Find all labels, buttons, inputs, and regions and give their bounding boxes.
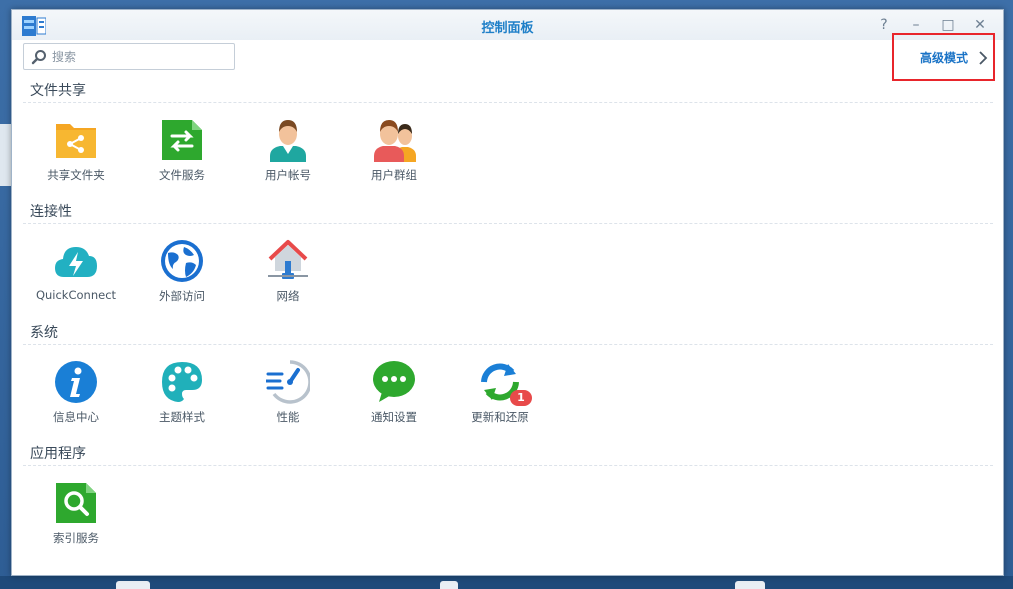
item-label: QuickConnect bbox=[35, 288, 117, 302]
item-quickconnect[interactable]: QuickConnect bbox=[26, 239, 126, 309]
group-icon bbox=[374, 120, 416, 162]
chat-bubble-icon bbox=[373, 361, 415, 402]
section-title-connectivity: 连接性 bbox=[30, 204, 72, 220]
quickconnect-cloud-icon bbox=[55, 247, 97, 277]
title-bar[interactable]: 控制面板 ? – □ ✕ bbox=[12, 10, 1003, 40]
item-file-services[interactable]: 文件服务 bbox=[132, 118, 232, 188]
item-label: 网络 bbox=[276, 289, 300, 303]
item-label: 共享文件夹 bbox=[47, 168, 105, 182]
item-info-center[interactable]: 信息中心 bbox=[26, 360, 126, 430]
item-label: 用户帐号 bbox=[265, 168, 311, 182]
item-label: 信息中心 bbox=[53, 410, 99, 424]
item-label: 主题样式 bbox=[159, 410, 205, 424]
network-house-icon bbox=[268, 240, 308, 279]
item-performance[interactable]: 性能 bbox=[238, 360, 338, 430]
section-title-system: 系统 bbox=[30, 325, 58, 341]
item-label: 索引服务 bbox=[53, 531, 99, 545]
desktop-taskbar-area bbox=[0, 576, 1013, 589]
close-button[interactable]: ✕ bbox=[971, 16, 989, 34]
maximize-button[interactable]: □ bbox=[939, 16, 957, 34]
search-icon bbox=[31, 50, 46, 65]
item-label: 文件服务 bbox=[159, 168, 205, 182]
index-search-icon bbox=[56, 483, 96, 523]
window-title: 控制面板 bbox=[481, 21, 534, 36]
item-notification-settings[interactable]: 通知设置 bbox=[344, 360, 444, 430]
minimize-button[interactable]: – bbox=[907, 16, 925, 34]
item-label: 更新和还原 bbox=[471, 410, 529, 424]
item-user-group[interactable]: 用户群组 bbox=[344, 118, 444, 188]
item-label: 用户群组 bbox=[371, 168, 417, 182]
desktop-widget-stub bbox=[116, 581, 150, 589]
chevron-right-icon bbox=[979, 51, 988, 65]
info-icon bbox=[55, 361, 97, 403]
section-title-file-sharing: 文件共享 bbox=[30, 83, 86, 99]
item-user-account[interactable]: 用户帐号 bbox=[238, 118, 338, 188]
item-label: 性能 bbox=[276, 410, 300, 424]
user-icon bbox=[270, 120, 306, 162]
section-title-applications: 应用程序 bbox=[30, 446, 86, 462]
help-button[interactable]: ? bbox=[875, 16, 893, 34]
item-shared-folder[interactable]: 共享文件夹 bbox=[26, 118, 126, 188]
item-label: 外部访问 bbox=[159, 289, 205, 303]
section-divider bbox=[23, 102, 993, 103]
advanced-mode-label: 高级模式 bbox=[920, 51, 969, 65]
item-indexing-service[interactable]: 索引服务 bbox=[26, 481, 126, 551]
performance-gauge-icon bbox=[266, 360, 310, 404]
desktop-widget-stub bbox=[735, 581, 765, 589]
item-update-restore[interactable]: 1 更新和还原 bbox=[450, 360, 550, 430]
desktop-widget-stub bbox=[440, 581, 458, 589]
control-panel-window: 控制面板 ? – □ ✕ 高级模式 文件共享 共享文件夹 bbox=[11, 9, 1004, 576]
section-divider bbox=[23, 465, 993, 466]
update-count-badge: 1 bbox=[510, 390, 532, 406]
item-theme-style[interactable]: 主题样式 bbox=[132, 360, 232, 430]
shared-folder-icon bbox=[56, 124, 96, 158]
globe-icon bbox=[161, 240, 203, 282]
item-network[interactable]: 网络 bbox=[238, 239, 338, 309]
file-services-icon bbox=[162, 120, 202, 160]
section-divider bbox=[23, 344, 993, 345]
search-box[interactable] bbox=[23, 43, 235, 70]
item-label: 通知设置 bbox=[371, 410, 417, 424]
item-external-access[interactable]: 外部访问 bbox=[132, 239, 232, 309]
advanced-mode-button[interactable]: 高级模式 bbox=[892, 33, 995, 81]
search-input[interactable] bbox=[52, 47, 228, 66]
palette-icon bbox=[162, 362, 202, 402]
section-divider bbox=[23, 223, 993, 224]
